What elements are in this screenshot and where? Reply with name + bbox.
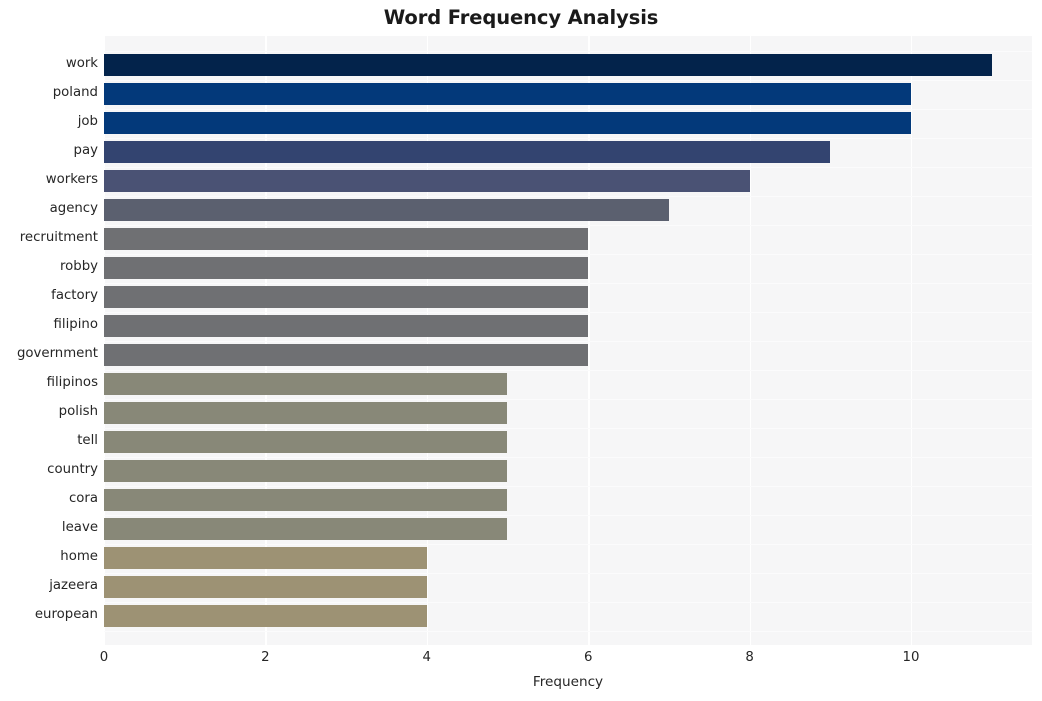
y-axis-tick-label: workers bbox=[45, 172, 98, 187]
bar[interactable] bbox=[104, 286, 589, 308]
plot-area bbox=[104, 36, 1032, 645]
gridline-horizontal bbox=[104, 456, 1032, 458]
gridline-horizontal bbox=[104, 369, 1032, 371]
y-axis-tick-label: filipinos bbox=[46, 375, 98, 390]
y-axis-tick-label: leave bbox=[61, 520, 98, 535]
y-axis-tick-label: country bbox=[47, 462, 98, 477]
bar[interactable] bbox=[104, 228, 589, 250]
gridline-horizontal bbox=[104, 282, 1032, 284]
chart-figure: Word Frequency Analysis work poland job pay… bbox=[0, 0, 1042, 701]
bar[interactable] bbox=[104, 257, 589, 279]
y-axis-tick-label: pay bbox=[73, 143, 98, 158]
gridline-horizontal bbox=[104, 340, 1032, 342]
x-axis-title: Frequency bbox=[532, 674, 604, 690]
x-axis-tick-label: 2 bbox=[261, 650, 270, 665]
bar[interactable] bbox=[104, 489, 508, 511]
y-axis-tick-label: government bbox=[16, 346, 98, 361]
bar[interactable] bbox=[104, 199, 669, 221]
bar[interactable] bbox=[104, 112, 911, 134]
page-title: Word Frequency Analysis bbox=[383, 6, 659, 29]
y-axis-tick-label: agency bbox=[49, 201, 98, 216]
y-axis-tick-label: cora bbox=[68, 491, 98, 506]
bar[interactable] bbox=[104, 460, 508, 482]
y-axis-tick-label: polish bbox=[58, 404, 98, 419]
gridline-horizontal bbox=[104, 485, 1032, 487]
gridline-horizontal bbox=[104, 398, 1032, 400]
bar[interactable] bbox=[104, 402, 508, 424]
y-axis-tick-label: filipino bbox=[53, 317, 98, 332]
gridline-horizontal bbox=[104, 166, 1032, 168]
gridline-horizontal bbox=[104, 108, 1032, 110]
y-axis-tick-label: european bbox=[34, 607, 98, 622]
gridline-horizontal bbox=[104, 224, 1032, 226]
gridline-horizontal bbox=[104, 543, 1032, 545]
x-axis-tick-label: 0 bbox=[99, 650, 109, 665]
y-axis-tick-label: robby bbox=[59, 259, 98, 274]
gridline-horizontal bbox=[104, 50, 1032, 52]
bar[interactable] bbox=[104, 315, 589, 337]
bar[interactable] bbox=[104, 170, 750, 192]
x-axis-tick-label: 8 bbox=[745, 650, 754, 665]
gridline-horizontal bbox=[104, 79, 1032, 81]
y-axis-tick-label: jazeera bbox=[49, 578, 98, 593]
gridline-horizontal bbox=[104, 630, 1032, 632]
gridline-horizontal bbox=[104, 601, 1032, 603]
bar[interactable] bbox=[104, 605, 427, 627]
bar[interactable] bbox=[104, 431, 508, 453]
bar[interactable] bbox=[104, 518, 508, 540]
y-axis-tick-label: job bbox=[77, 114, 98, 129]
gridline-horizontal bbox=[104, 253, 1032, 255]
gridline-horizontal bbox=[104, 195, 1032, 197]
y-axis-tick-label: factory bbox=[51, 288, 98, 303]
gridline-horizontal bbox=[104, 427, 1032, 429]
gridline-horizontal bbox=[104, 137, 1032, 139]
y-axis-tick-label: recruitment bbox=[19, 230, 98, 245]
bar[interactable] bbox=[104, 83, 911, 105]
x-axis-tick-label: 6 bbox=[583, 650, 593, 665]
y-axis-labels: work poland job pay workers agency recruitment… bbox=[0, 36, 98, 645]
gridline-horizontal bbox=[104, 514, 1032, 516]
bar[interactable] bbox=[104, 344, 589, 366]
bar[interactable] bbox=[104, 54, 992, 76]
bar[interactable] bbox=[104, 576, 427, 598]
y-axis-tick-label: work bbox=[65, 56, 98, 71]
x-axis-tick-label: 10 bbox=[902, 650, 920, 665]
gridline-horizontal bbox=[104, 311, 1032, 313]
y-axis-tick-label: poland bbox=[52, 85, 98, 100]
bar[interactable] bbox=[104, 547, 427, 569]
y-axis-tick-label: home bbox=[60, 549, 98, 564]
gridline-horizontal bbox=[104, 572, 1032, 574]
y-axis-tick-label: tell bbox=[77, 433, 98, 448]
bar[interactable] bbox=[104, 373, 508, 395]
bar[interactable] bbox=[104, 141, 831, 163]
x-axis-tick-label: 4 bbox=[422, 650, 432, 665]
